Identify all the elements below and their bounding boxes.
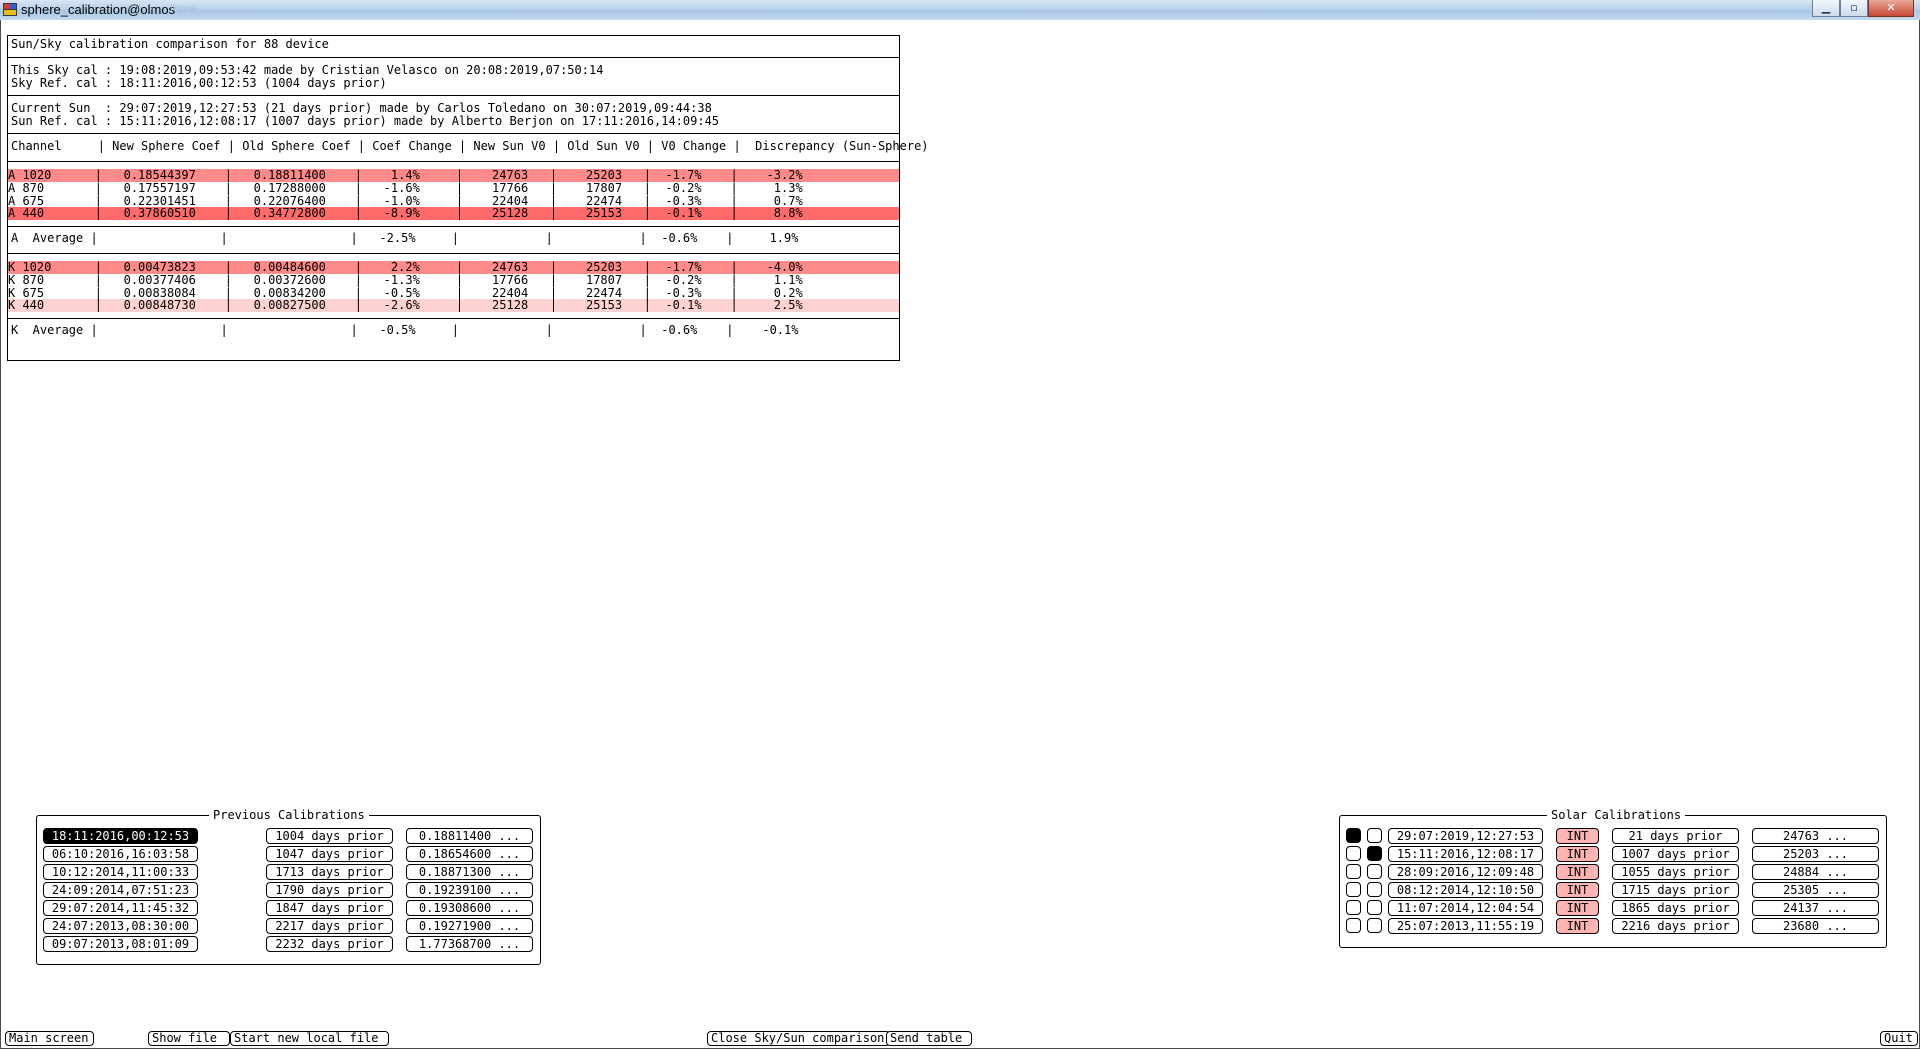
solar-cal-date[interactable]: 29:07:2019,12:27:53: [1388, 828, 1543, 844]
main-screen-button[interactable]: Main screen: [5, 1031, 94, 1046]
maximize-button[interactable]: ▫: [1840, 0, 1868, 17]
previous-cal-coef[interactable]: 0.19308600 ...: [406, 900, 533, 916]
solar-cal-int-tag[interactable]: INT: [1556, 864, 1599, 880]
solar-current-radio[interactable]: [1346, 882, 1361, 897]
a-channel-table: A 1020 | 0.18544397 | 0.18811400 | 1.4% …: [8, 162, 899, 227]
solar-cal-date[interactable]: 08:12:2014,12:10:50: [1388, 882, 1543, 898]
solar-reference-radio[interactable]: [1367, 846, 1382, 861]
solar-cal-v0[interactable]: 24137 ...: [1752, 900, 1879, 916]
previous-cal-prior[interactable]: 1047 days prior: [266, 846, 393, 862]
show-file-button[interactable]: Show file: [148, 1031, 230, 1046]
solar-cal-v0[interactable]: 24884 ...: [1752, 864, 1879, 880]
solar-cal-v0[interactable]: 25203 ...: [1752, 846, 1879, 862]
solar-cal-prior[interactable]: 1007 days prior: [1612, 846, 1739, 862]
maximize-icon: ▫: [1850, 1, 1858, 14]
solar-cal-prior[interactable]: 1865 days prior: [1612, 900, 1739, 916]
solar-cal-int-tag[interactable]: INT: [1556, 828, 1599, 844]
table-row: K 1020 | 0.00473823 | 0.00484600 | 2.2% …: [8, 260, 955, 274]
comparison-panel: Sun/Sky calibration comparison for 88 de…: [7, 35, 929, 361]
previous-cal-coef[interactable]: 0.19239100 ...: [406, 882, 533, 898]
a-average-row: A Average | | | -2.5% | | | -0.6% | 1.9%: [11, 231, 799, 245]
previous-cal-coef[interactable]: 0.19271900 ...: [406, 918, 533, 934]
solar-reference-radio[interactable]: [1367, 882, 1382, 897]
minimize-icon: ▁: [1821, 1, 1831, 14]
solar-current-radio[interactable]: [1346, 846, 1361, 861]
close-comparison-button[interactable]: Close Sky/Sun comparison: [707, 1031, 890, 1046]
solar-cal-date[interactable]: 15:11:2016,12:08:17: [1388, 846, 1543, 862]
table-row: A 440 | 0.37860510 | 0.34772800 | -8.9% …: [8, 206, 955, 221]
table-row: K 870 | 0.00377406 | 0.00372600 | -1.3% …: [8, 272, 955, 287]
previous-cal-date[interactable]: 18:11:2016,00:12:53: [43, 828, 198, 844]
k-average-row: K Average | | | -0.5% | | | -0.6% | -0.1…: [11, 323, 799, 337]
previous-cal-coef[interactable]: 0.18654600 ...: [406, 846, 533, 862]
table-row: A 1020 | 0.18544397 | 0.18811400 | 1.4% …: [8, 168, 955, 182]
solar-reference-radio[interactable]: [1367, 918, 1382, 933]
previous-cal-prior[interactable]: 2232 days prior: [266, 936, 393, 952]
close-window-button[interactable]: ✕: [1868, 0, 1914, 17]
previous-cal-coef[interactable]: 0.18871300 ...: [406, 864, 533, 880]
previous-calibrations-title: Previous Calibrations: [209, 808, 369, 822]
previous-cal-prior[interactable]: 1004 days prior: [266, 828, 393, 844]
previous-cal-prior[interactable]: 1847 days prior: [266, 900, 393, 916]
sun-line-2: Sun Ref. cal : 15:11:2016,12:08:17 (1007…: [11, 113, 720, 128]
solar-cal-date[interactable]: 25:07:2013,11:55:19: [1388, 918, 1543, 934]
previous-cal-prior[interactable]: 1790 days prior: [266, 882, 393, 898]
send-table-button[interactable]: Send table: [886, 1031, 972, 1046]
solar-cal-prior[interactable]: 1715 days prior: [1612, 882, 1739, 898]
solar-calibrations-title: Solar Calibrations: [1547, 808, 1686, 822]
comparison-header: Sun/Sky calibration comparison for 88 de…: [11, 37, 329, 51]
previous-cal-coef[interactable]: 0.18811400 ...: [406, 828, 533, 844]
solar-cal-int-tag[interactable]: INT: [1556, 900, 1599, 916]
solar-reference-radio[interactable]: [1367, 864, 1382, 879]
table-row: A 870 | 0.17557197 | 0.17288000 | -1.6% …: [8, 180, 955, 195]
sun-line-1: Current Sun : 29:07:2019,12:27:53 (21 da…: [11, 101, 712, 115]
window-controls: ▁ ▫ ✕: [1812, 0, 1914, 18]
table-header: Channel | New Sphere Coef | Old Sphere C…: [11, 139, 929, 153]
sky-line-2: Sky Ref. cal : 18:11:2016,00:12:53 (1004…: [11, 75, 387, 90]
app-icon: [3, 3, 17, 16]
previous-cal-date[interactable]: 29:07:2014,11:45:32: [43, 900, 198, 916]
solar-cal-int-tag[interactable]: INT: [1556, 882, 1599, 898]
solar-reference-radio[interactable]: [1367, 900, 1382, 915]
solar-reference-radio[interactable]: [1367, 828, 1382, 843]
solar-current-radio[interactable]: [1346, 864, 1361, 879]
window-title-faded: · · · Pane: [150, 3, 196, 15]
solar-cal-prior[interactable]: 2216 days prior: [1612, 918, 1739, 934]
previous-cal-date[interactable]: 06:10:2016,16:03:58: [43, 846, 198, 862]
solar-cal-date[interactable]: 28:09:2016,12:09:48: [1388, 864, 1543, 880]
k-channel-table: K 1020 | 0.00473823 | 0.00484600 | 2.2% …: [8, 254, 899, 319]
start-new-local-file-button[interactable]: Start new local file: [230, 1031, 389, 1046]
table-row: K 440 | 0.00848730 | 0.00827500 | -2.6% …: [8, 298, 955, 313]
window-title-bar[interactable]: sphere_calibration@olmos · · · Pane ▁ ▫ …: [0, 0, 1920, 21]
previous-cal-coef[interactable]: 1.77368700 ...: [406, 936, 533, 952]
solar-current-radio[interactable]: [1346, 828, 1361, 843]
previous-cal-date[interactable]: 24:07:2013,08:30:00: [43, 918, 198, 934]
solar-cal-v0[interactable]: 24763 ...: [1752, 828, 1879, 844]
solar-current-radio[interactable]: [1346, 918, 1361, 933]
solar-current-radio[interactable]: [1346, 900, 1361, 915]
solar-cal-int-tag[interactable]: INT: [1556, 846, 1599, 862]
solar-cal-v0[interactable]: 23680 ...: [1752, 918, 1879, 934]
minimize-button[interactable]: ▁: [1812, 0, 1840, 17]
previous-calibrations-group: Previous Calibrations 18:11:2016,00:12:5…: [36, 808, 541, 965]
solar-cal-prior[interactable]: 21 days prior: [1612, 828, 1739, 844]
sky-line-1: This Sky cal : 19:08:2019,09:53:42 made …: [11, 63, 604, 77]
previous-cal-date[interactable]: 09:07:2013,08:01:09: [43, 936, 198, 952]
solar-cal-int-tag[interactable]: INT: [1556, 918, 1599, 934]
solar-cal-prior[interactable]: 1055 days prior: [1612, 864, 1739, 880]
previous-cal-date[interactable]: 10:12:2014,11:00:33: [43, 864, 198, 880]
solar-calibrations-group: Solar Calibrations 29:07:2019,12:27:53 IN…: [1339, 808, 1887, 948]
previous-cal-prior[interactable]: 2217 days prior: [266, 918, 393, 934]
previous-cal-date[interactable]: 24:09:2014,07:51:23: [43, 882, 198, 898]
solar-cal-date[interactable]: 11:07:2014,12:04:54: [1388, 900, 1543, 916]
quit-button[interactable]: Quit: [1880, 1031, 1918, 1046]
close-icon: ✕: [1886, 1, 1896, 14]
solar-cal-v0[interactable]: 25305 ...: [1752, 882, 1879, 898]
previous-cal-prior[interactable]: 1713 days prior: [266, 864, 393, 880]
